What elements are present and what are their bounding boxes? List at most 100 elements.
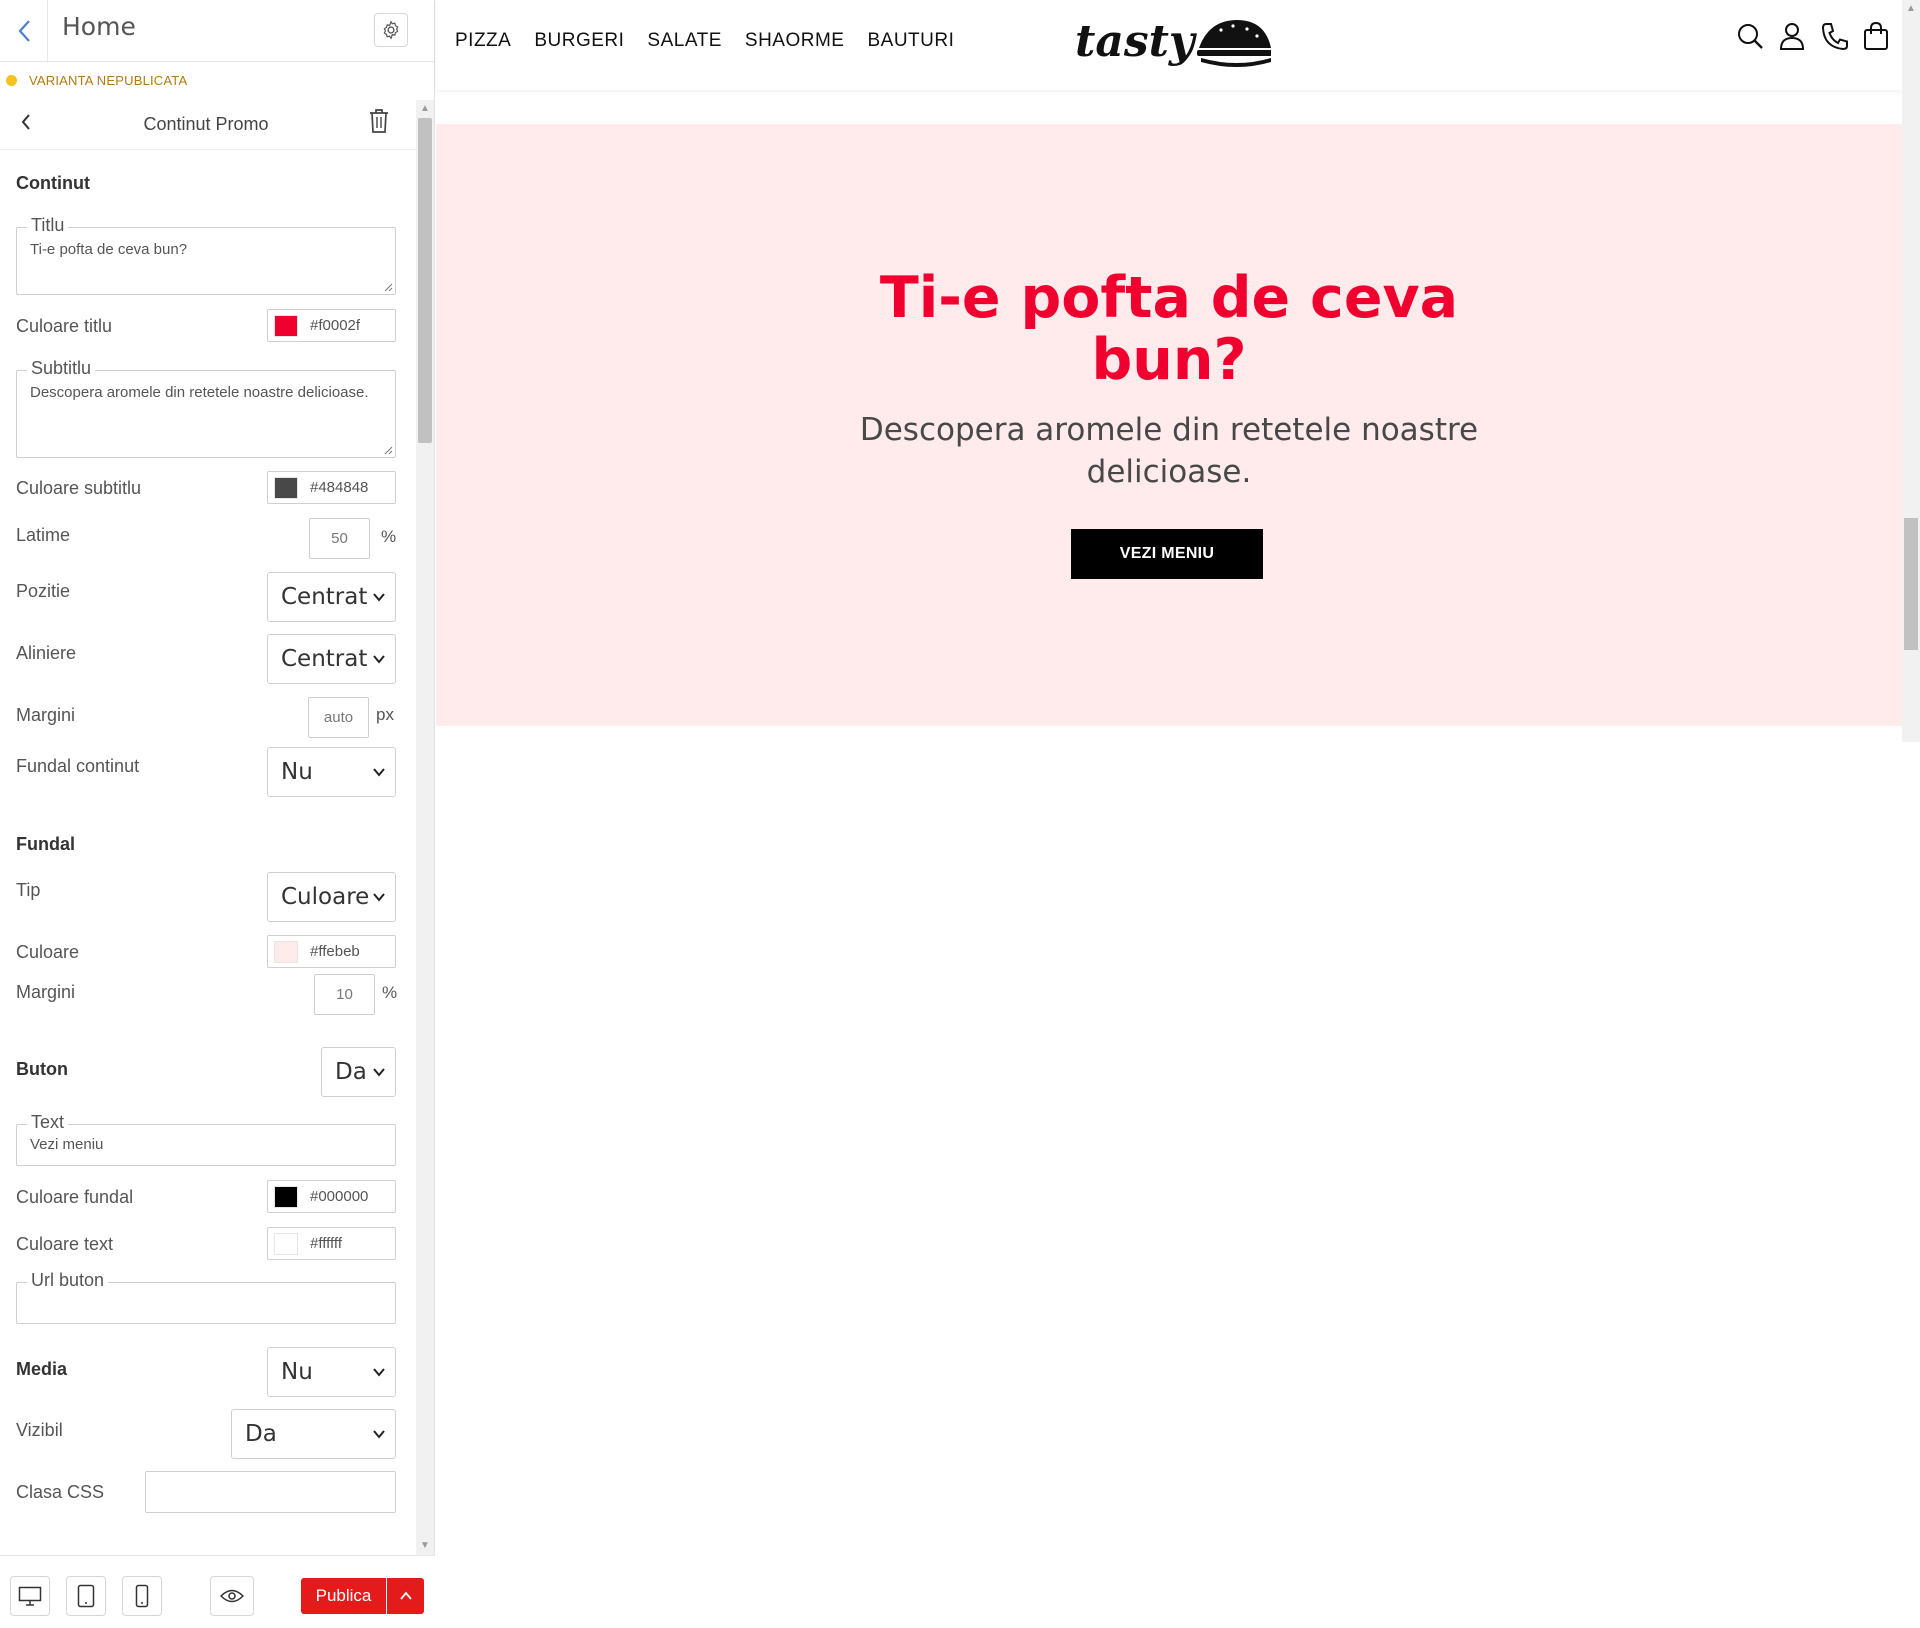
button-text-color-hex: #ffffff	[310, 1235, 342, 1252]
resize-grip-icon[interactable]	[383, 445, 393, 455]
desktop-view-button[interactable]	[10, 1576, 50, 1616]
title-color-hex: #f0002f	[310, 317, 361, 334]
bg-type-select[interactable]: Culoare	[267, 872, 396, 922]
publish-options-button[interactable]	[387, 1578, 424, 1614]
preview-button[interactable]	[210, 1576, 254, 1616]
visible-select[interactable]: Da	[231, 1409, 396, 1459]
section-header: Continut Promo	[0, 98, 418, 150]
content-bg-select-value: Nu	[281, 759, 313, 785]
preview-scrollbar[interactable]: ▲	[1902, 0, 1920, 742]
search-icon[interactable]	[1736, 20, 1764, 52]
chevron-down-icon	[373, 1368, 385, 1377]
bg-color-label: Culoare	[16, 942, 80, 962]
width-input[interactable]: 50	[309, 518, 370, 559]
burger-logo-icon: tasty	[1075, 16, 1273, 67]
subtitle-color-input[interactable]: #484848	[267, 471, 396, 504]
nav-item-bauturi[interactable]: BAUTURI	[867, 30, 954, 52]
preview-scroll-up-arrow[interactable]: ▲	[1906, 3, 1916, 14]
css-class-label: Clasa CSS	[16, 1482, 105, 1502]
delete-section-button[interactable]	[368, 108, 394, 138]
svg-text:tasty: tasty	[1075, 16, 1198, 67]
button-bg-hex: #000000	[310, 1188, 369, 1205]
bg-color-hex: #ffebeb	[310, 943, 360, 960]
scroll-up-arrow[interactable]: ▲	[420, 104, 430, 114]
publish-button[interactable]: Publica	[301, 1578, 386, 1614]
bg-color-swatch[interactable]	[274, 940, 298, 963]
position-select[interactable]: Centrat	[267, 572, 396, 622]
button-group-title: Buton	[16, 1059, 68, 1079]
button-enabled-select[interactable]: Da	[321, 1047, 396, 1097]
tablet-icon	[77, 1584, 95, 1608]
nav-item-burgeri[interactable]: BURGERI	[534, 30, 624, 52]
subtitle-field-label: Subtitlu	[27, 358, 96, 379]
button-bg-swatch[interactable]	[274, 1185, 298, 1208]
chevron-down-icon	[373, 1068, 385, 1077]
user-icon[interactable]	[1778, 20, 1806, 52]
phone-icon[interactable]	[1820, 20, 1848, 52]
editor-bottom-toolbar: Publica	[0, 1555, 435, 1628]
site-preview: PIZZA BURGERI SALATE SHAORME BAUTURI tas…	[436, 0, 1902, 742]
title-color-input[interactable]: #f0002f	[267, 309, 396, 342]
position-select-value: Centrat	[281, 584, 368, 610]
resize-grip-icon[interactable]	[383, 282, 393, 292]
button-text-label: Text	[27, 1112, 69, 1133]
bg-color-input[interactable]: #ffebeb	[267, 935, 396, 968]
align-label: Aliniere	[16, 643, 77, 663]
button-text-field[interactable]: Text Vezi meniu	[16, 1112, 396, 1166]
visible-label: Vizibil	[16, 1420, 63, 1440]
position-label: Pozitie	[16, 581, 71, 601]
button-url-label: Url buton	[27, 1270, 109, 1291]
promo-section: Ti-e pofta de ceva bun? Descopera aromel…	[436, 124, 1902, 726]
title-color-swatch[interactable]	[274, 314, 298, 337]
panel-scrollbar-thumb[interactable]	[418, 118, 432, 443]
editor-header: Home	[0, 0, 435, 62]
back-button[interactable]	[0, 0, 48, 62]
button-bg-color-input[interactable]: #000000	[267, 1180, 396, 1213]
bag-icon[interactable]	[1862, 20, 1890, 52]
bg-margins-unit: %	[382, 983, 398, 1002]
panel-scrollbar[interactable]: ▲ ▼	[416, 100, 434, 1555]
margins-label: Margini	[16, 705, 76, 725]
tablet-view-button[interactable]	[66, 1576, 106, 1616]
button-url-field[interactable]: Url buton	[16, 1270, 396, 1324]
subtitle-color-label: Culoare subtitlu	[16, 478, 142, 498]
button-text-color-label: Culoare text	[16, 1234, 114, 1254]
content-group-title: Continut	[16, 173, 90, 193]
preview-scrollbar-thumb[interactable]	[1904, 518, 1918, 650]
button-text-color-swatch[interactable]	[274, 1232, 298, 1255]
margins-input[interactable]: auto	[308, 697, 369, 738]
subtitle-color-swatch[interactable]	[274, 476, 298, 499]
bg-type-label: Tip	[16, 880, 41, 900]
promo-subtitle: Descopera aromele din retetele noastre d…	[859, 412, 1479, 490]
chevron-down-icon	[373, 768, 385, 777]
scroll-down-arrow[interactable]: ▼	[420, 1541, 430, 1551]
section-title: Continut Promo	[143, 114, 269, 134]
title-field[interactable]: Titlu Ti-e pofta de ceva bun?	[16, 215, 396, 295]
background-group-title: Fundal	[16, 834, 75, 854]
gear-icon	[383, 20, 399, 40]
margins-unit: px	[376, 705, 394, 724]
button-text-color-input[interactable]: #ffffff	[267, 1227, 396, 1260]
subtitle-field[interactable]: Subtitlu Descopera aromele din retetele …	[16, 358, 396, 458]
nav-item-salate[interactable]: SALATE	[647, 30, 721, 52]
desktop-icon	[18, 1586, 42, 1606]
button-bg-label: Culoare fundal	[16, 1187, 134, 1207]
bg-margins-input[interactable]: 10	[314, 974, 375, 1015]
button-enabled-value: Da	[335, 1059, 367, 1085]
media-select[interactable]: Nu	[267, 1347, 396, 1397]
nav-item-pizza[interactable]: PIZZA	[455, 30, 511, 52]
promo-menu-button[interactable]: VEZI MENIU	[1071, 529, 1263, 579]
bg-margins-label: Margini	[16, 982, 76, 1002]
chevron-down-icon	[373, 893, 385, 902]
css-class-input[interactable]	[145, 1471, 396, 1513]
page-title: Home	[62, 12, 136, 41]
settings-button[interactable]	[374, 13, 408, 47]
nav-item-shaorme[interactable]: SHAORME	[745, 30, 845, 52]
align-select[interactable]: Centrat	[267, 634, 396, 684]
media-label: Media	[16, 1359, 68, 1379]
align-select-value: Centrat	[281, 646, 368, 672]
title-color-label: Culoare titlu	[16, 316, 113, 336]
content-bg-select[interactable]: Nu	[267, 747, 396, 797]
site-logo[interactable]: tasty	[1071, 12, 1273, 72]
mobile-view-button[interactable]	[122, 1576, 162, 1616]
